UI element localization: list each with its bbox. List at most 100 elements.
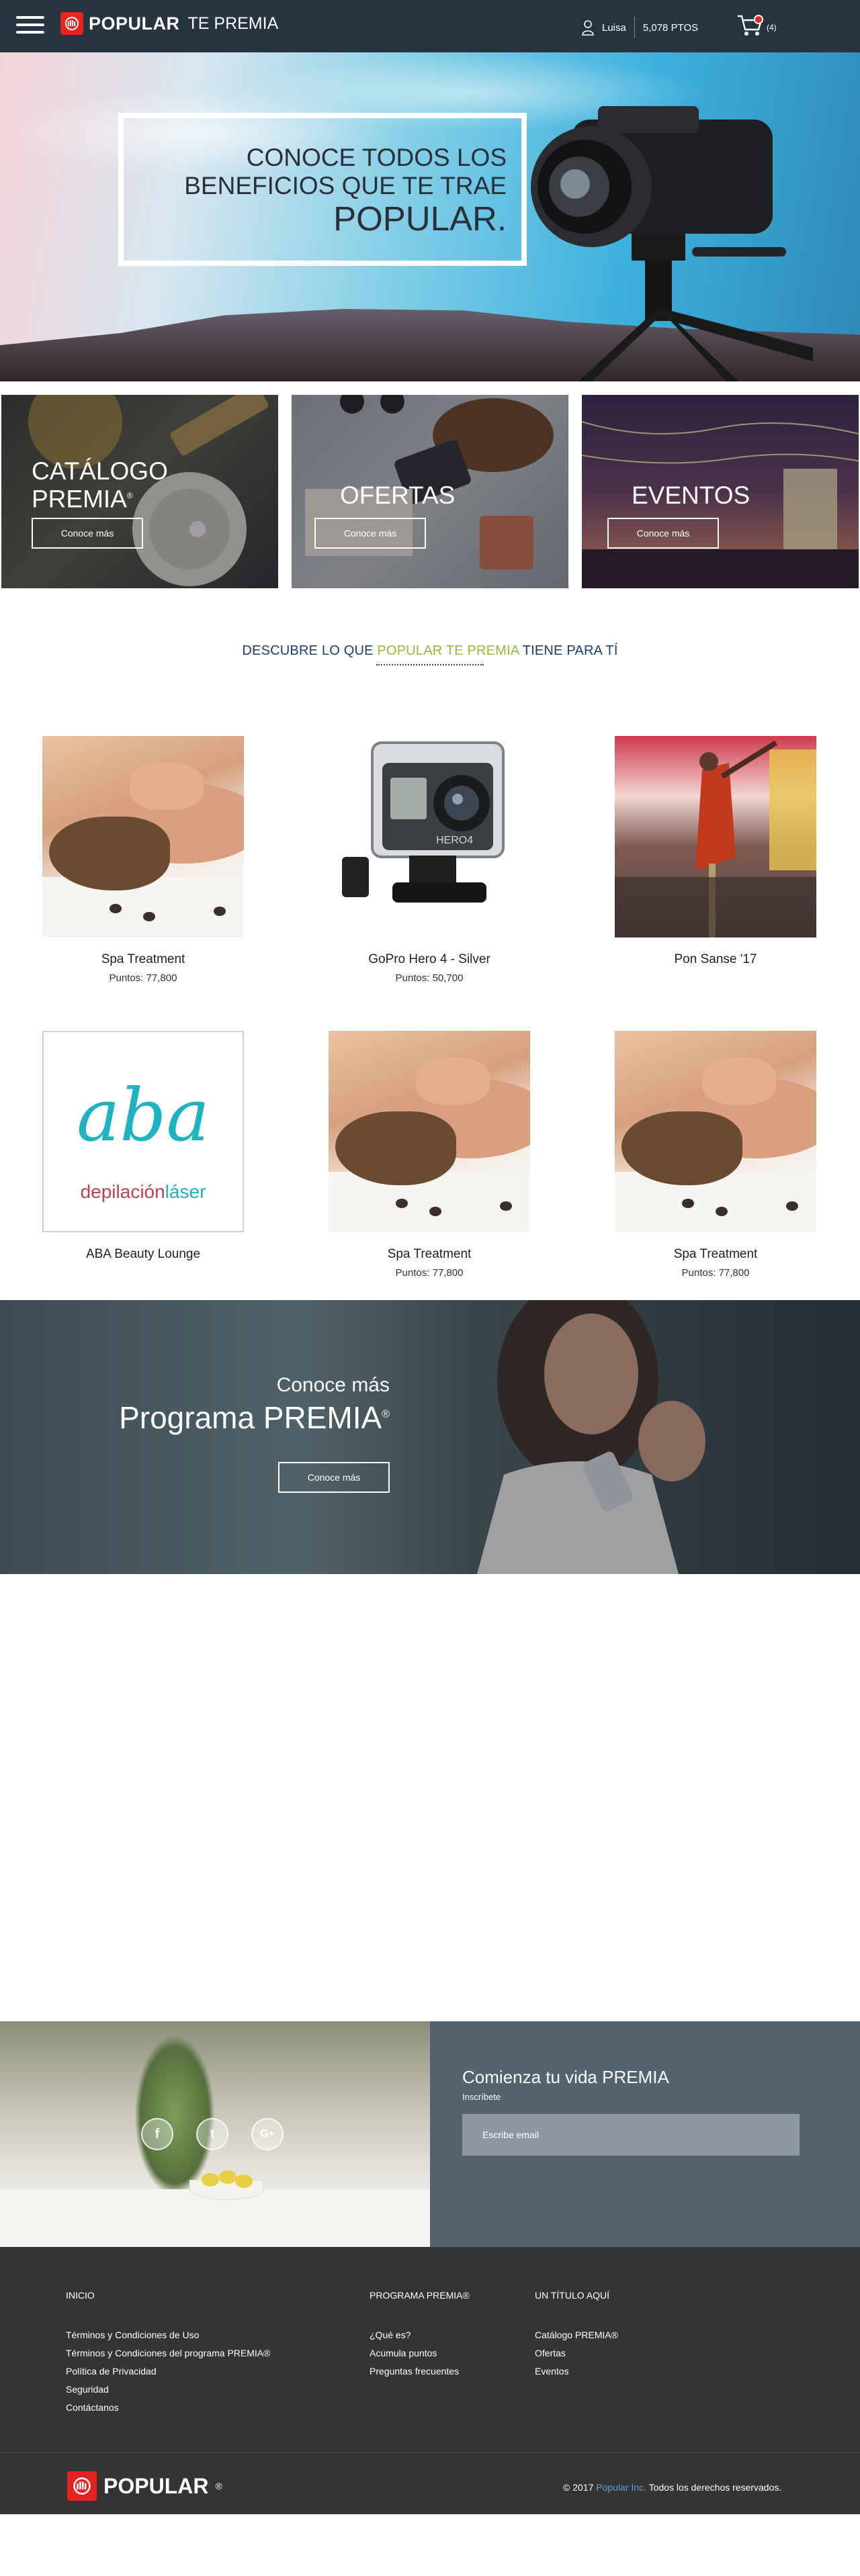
product-card[interactable]: Spa Treatment Puntos: 77,800 [615,1031,816,1279]
hero-text: CONOCE TODOS LOS BENEFICIOS QUE TE TRAE … [184,144,507,238]
copyright-text: Todos los derechos reservados. [646,2482,782,2493]
premia-promo-banner: Conoce más Programa PREMIA® Conoce más [0,1300,860,1574]
spa-hand [130,763,204,810]
product-points: Puntos: 77,800 [681,1267,750,1279]
footer-link[interactable]: Seguridad [66,2381,270,2399]
hero-frame: CONOCE TODOS LOS BENEFICIOS QUE TE TRAE … [118,113,527,266]
email-input[interactable] [462,2114,800,2156]
spa-image [329,1031,530,1232]
product-name[interactable]: Pon Sanse '17 [615,952,816,967]
footer-divider [0,2452,860,2453]
gopro-image: HERO4 [329,736,530,937]
catalog-card[interactable]: CATÁLOGO PREMIA® Conoce más [1,395,278,588]
twitter-icon[interactable]: t [196,2118,228,2150]
copyright-text: © 2017 [563,2482,597,2493]
subscribe-form: Comienza tu vida PREMIA Inscríbete [430,2021,860,2247]
footer-link[interactable]: ¿Qué es? [370,2326,470,2344]
spa-hand [702,1058,776,1105]
lemon-image [235,2174,253,2188]
events-button[interactable]: Conoce más [607,518,719,549]
discover-title: DESCUBRE LO QUE POPULAR TE PREMIA TIENE … [0,643,860,659]
aba-logo-subtitle-teal: láser [165,1181,206,1202]
product-name[interactable]: GoPro Hero 4 - Silver [329,952,530,967]
top-navbar: POPULAR TE PREMIA Luisa 5,078 PTOS (4) [0,0,860,52]
offers-card[interactable]: OFERTAS Conoce más [292,395,568,588]
cart-count: (4) [767,23,777,32]
catalog-title-line-1: CATÁLOGO [32,457,168,485]
logo[interactable]: POPULAR TE PREMIA [60,12,278,35]
divider [634,17,635,38]
footer-link[interactable]: Acumula puntos [370,2344,470,2362]
logo-subtitle: TE PREMIA [187,13,279,33]
footer-link[interactable]: Política de Privacidad [66,2362,270,2381]
footer: INICIO Términos y Condiciones de Uso Tér… [0,2247,860,2514]
spa-hand [416,1058,490,1105]
product-points: Puntos: 50,700 [395,972,464,984]
footer-link[interactable]: Contáctanos [66,2399,270,2417]
events-title: EVENTOS [632,481,750,509]
footer-logo[interactable]: POPULAR ® [67,2471,222,2501]
discover-title-part: TIENE PARA TÍ [519,643,618,658]
offers-button[interactable]: Conoce más [314,518,426,549]
camera-image [531,106,813,381]
product-card[interactable]: Pon Sanse '17 [615,736,816,984]
footer-heading: UN TÍTULO AQUÍ [535,2290,609,2301]
title-underline [376,664,484,665]
facebook-icon[interactable]: f [141,2118,173,2150]
spa-stone [214,907,226,916]
footer-link[interactable]: Eventos [535,2362,618,2381]
discover-title-highlight: POPULAR TE PREMIA [377,643,519,658]
company-link[interactable]: Popular Inc. [596,2482,646,2493]
product-name[interactable]: Spa Treatment [42,952,244,967]
events-card[interactable]: EVENTOS Conoce más [582,395,859,588]
product-card[interactable]: aba depilaciónláser ABA Beauty Lounge [42,1031,244,1279]
product-name[interactable]: Spa Treatment [329,1247,530,1262]
product-card[interactable]: Spa Treatment Puntos: 77,800 [42,736,244,984]
user-area[interactable]: Luisa 5,078 PTOS [582,16,698,39]
footer-column-programa: PROGRAMA PREMIA® ¿Qué es? Acumula puntos… [370,2290,470,2381]
footer-heading: PROGRAMA PREMIA® [370,2290,470,2301]
subscribe-image: f t G+ [0,2021,430,2247]
product-points: Puntos: 77,800 [395,1267,464,1279]
footer-link[interactable]: Términos y Condiciones de Uso [66,2326,270,2344]
google-plus-icon[interactable]: G+ [251,2118,284,2150]
lemon-image [219,2170,236,2184]
footer-logo-text: POPULAR [103,2473,209,2498]
promo-overlay [0,1300,860,1574]
catalog-button[interactable]: Conoce más [32,518,143,549]
spa-stone [110,904,122,913]
product-name[interactable]: Spa Treatment [615,1247,816,1262]
popular-logo-icon [60,12,83,35]
logo-text: POPULAR [89,13,180,34]
product-name[interactable]: ABA Beauty Lounge [42,1247,244,1262]
gopro-camera-icon: HERO4 [342,741,505,903]
aba-logo-text: aba [77,1074,210,1158]
footer-link[interactable]: Ofertas [535,2344,618,2362]
offers-title: OFERTAS [340,481,456,509]
spa-image [615,1031,816,1232]
subscribe-section: f t G+ Comienza tu vida PREMIA Inscríbet… [0,2021,860,2247]
discover-section: DESCUBRE LO QUE POPULAR TE PREMIA TIENE … [0,588,860,736]
subscribe-title: Comienza tu vida PREMIA [462,2067,669,2087]
popular-logo-icon [67,2471,97,2501]
product-card[interactable]: HERO4 GoPro Hero 4 - Silver Puntos: 50,7… [329,736,530,984]
product-card[interactable]: Spa Treatment Puntos: 77,800 [329,1031,530,1279]
product-points: Puntos: 77,800 [109,972,177,984]
footer-link[interactable]: Catálogo PREMIA® [535,2326,618,2344]
footer-link[interactable]: Términos y Condiciones del programa PREM… [66,2344,270,2362]
promo-subtitle: Conoce más [276,1374,390,1396]
stilt-walker-image [615,740,816,937]
promo-button[interactable]: Conoce más [278,1462,390,1493]
footer-link[interactable]: Preguntas frecuentes [370,2362,470,2381]
cart-button[interactable] [736,13,763,41]
spa-stone [396,1199,408,1208]
menu-icon[interactable] [16,16,44,35]
catalog-title: CATÁLOGO PREMIA® [32,459,168,511]
hero-line-1: CONOCE TODOS LOS [246,144,507,171]
pon-sanse-image [615,736,816,937]
footer-heading: INICIO [66,2290,95,2301]
plant-image [134,2035,215,2196]
registered-mark: ® [382,1408,390,1420]
product-grid: Spa Treatment Puntos: 77,800 HERO4 GoPro… [0,736,860,1300]
spa-image [42,736,244,937]
